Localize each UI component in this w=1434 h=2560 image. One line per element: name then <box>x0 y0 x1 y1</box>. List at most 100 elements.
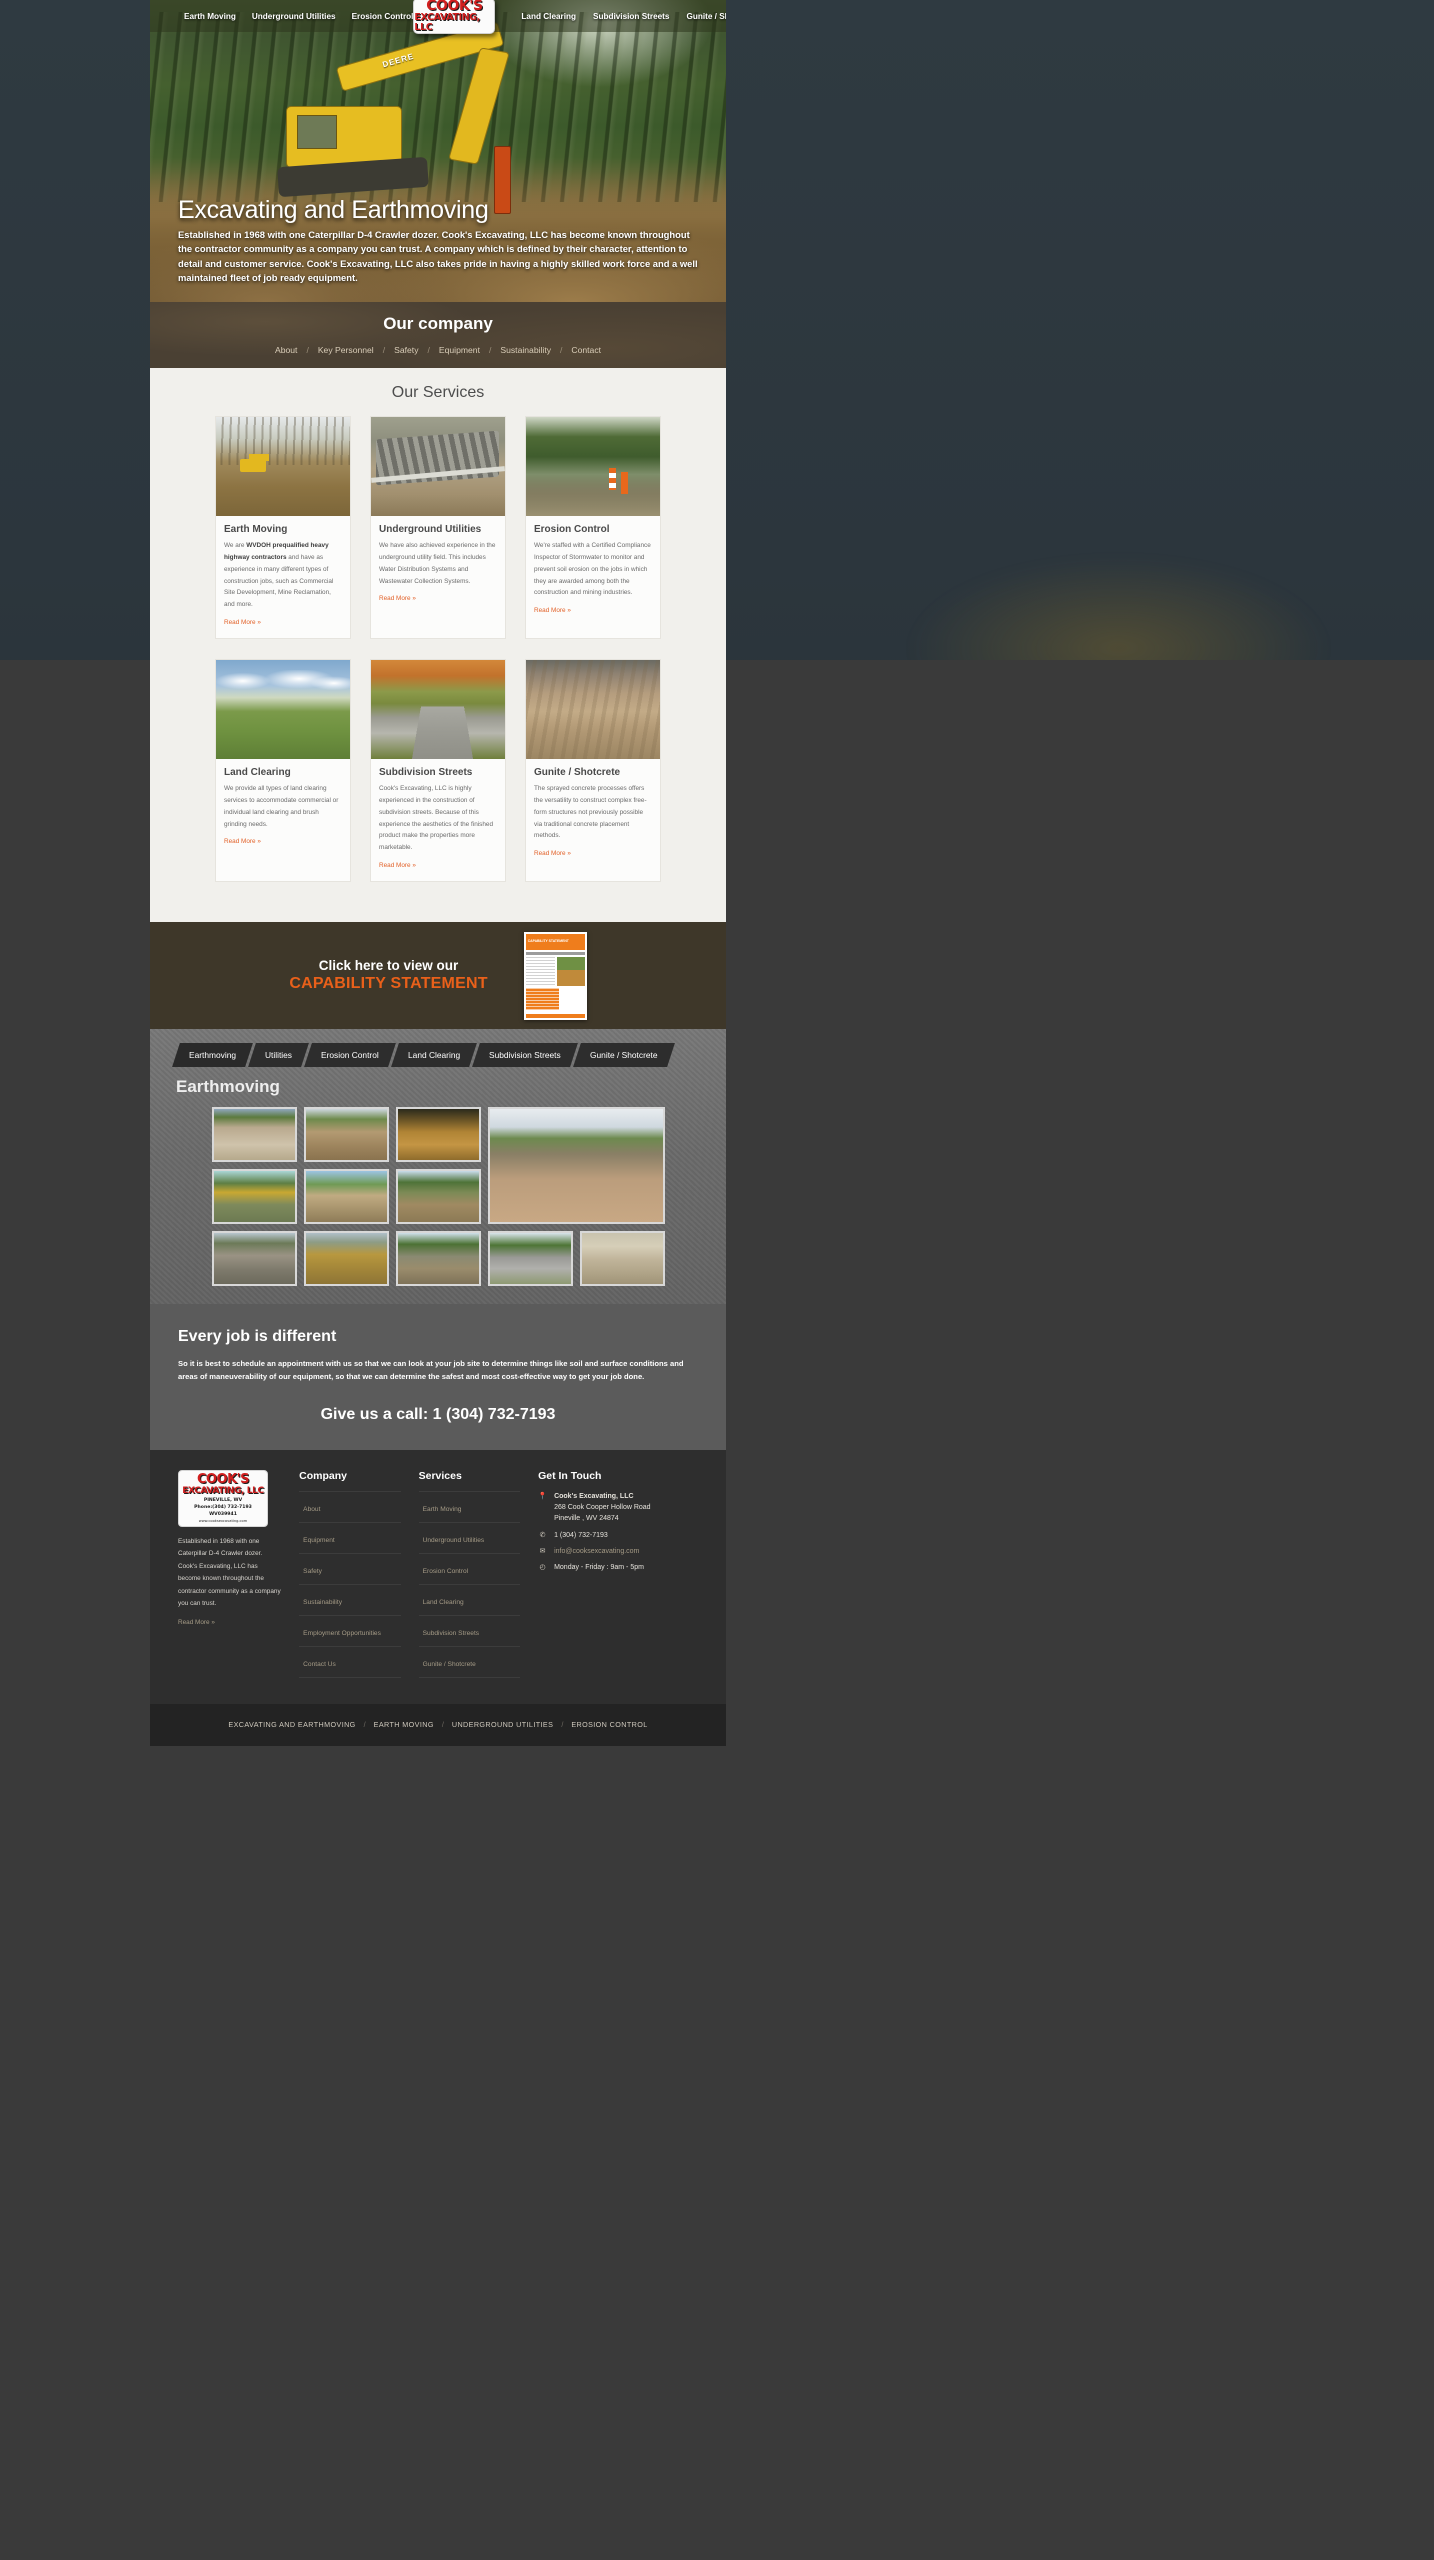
service-read-more-link[interactable]: Read More » <box>379 862 416 869</box>
bottom-link-earth-moving[interactable]: EARTH MOVING <box>374 1720 434 1729</box>
bottom-bar-separator: / <box>363 1720 366 1730</box>
footer-link-item[interactable]: About <box>299 1490 401 1523</box>
gallery-thumbnail[interactable] <box>303 1231 389 1287</box>
footer-link-item[interactable]: Contact Us <box>299 1647 401 1678</box>
gallery-thumbnail[interactable] <box>579 1231 665 1287</box>
service-read-more-link[interactable]: Read More » <box>224 838 261 845</box>
nav-item-subdivision-streets[interactable]: Subdivision Streets <box>593 12 669 21</box>
bottom-link-underground-utilities[interactable]: UNDERGROUND UTILITIES <box>452 1720 553 1729</box>
service-card-gunite-shotcrete[interactable]: Gunite / Shotcrete The sprayed concrete … <box>525 659 661 883</box>
footer-contact-list: 📍 Cook's Excavating, LLC 268 Cook Cooper… <box>538 1491 698 1574</box>
footer-link-item[interactable]: Land Clearing <box>418 1585 521 1616</box>
service-read-more-link[interactable]: Read More » <box>534 850 571 857</box>
company-link-about[interactable]: About <box>275 345 297 355</box>
footer-link-item[interactable]: Employment Opportunities <box>299 1616 401 1647</box>
footer-link-item[interactable]: Safety <box>299 1554 401 1585</box>
footer-company-title: Company <box>299 1469 348 1482</box>
contact-email-address[interactable]: info@cooksexcavating.com <box>554 1546 639 1557</box>
footer-link-subdivision-streets[interactable]: Subdivision Streets <box>423 1630 479 1637</box>
footer-link-item[interactable]: Subdivision Streets <box>418 1616 521 1647</box>
gallery-thumbnail[interactable] <box>211 1107 297 1163</box>
capability-document-thumbnail[interactable]: CAPABILITY STATEMENT <box>523 931 587 1020</box>
service-read-more-link[interactable]: Read More » <box>534 607 571 614</box>
service-card-underground-utilities[interactable]: Underground Utilities We have also achie… <box>370 416 506 640</box>
service-card-subdivision-streets[interactable]: Subdivision Streets Cook's Excavating, L… <box>370 659 506 883</box>
gallery-thumbnail-large[interactable] <box>487 1107 665 1225</box>
gallery-tab-earthmoving[interactable]: Earthmoving <box>172 1043 253 1068</box>
bottom-link-excavating-and-earthmoving[interactable]: EXCAVATING AND EARTHMOVING <box>228 1720 355 1729</box>
gallery-tab-erosion-control[interactable]: Erosion Control <box>304 1043 396 1068</box>
capability-line-1: Click here to view our <box>318 958 459 974</box>
service-description: We are WVDOH prequalified heavy highway … <box>224 540 342 611</box>
footer-link-item[interactable]: Earth Moving <box>418 1490 521 1523</box>
contact-phone-row[interactable]: ✆ 1 (304) 732-7193 <box>538 1530 698 1541</box>
footer-link-contact-us[interactable]: Contact Us <box>303 1661 336 1668</box>
service-read-more-link[interactable]: Read More » <box>224 619 261 626</box>
footer-link-item[interactable]: Erosion Control <box>418 1554 521 1585</box>
footer-link-sustainability[interactable]: Sustainability <box>303 1599 342 1606</box>
capability-statement-banner[interactable]: Click here to view our CAPABILITY STATEM… <box>150 922 726 1030</box>
gallery-thumbnail[interactable] <box>211 1231 297 1287</box>
service-card-earth-moving[interactable]: Earth Moving We are WVDOH prequalified h… <box>215 416 351 640</box>
company-link-key-personnel[interactable]: Key Personnel <box>318 345 374 355</box>
company-link-sustainability[interactable]: Sustainability <box>500 345 551 355</box>
clock-icon: ◴ <box>539 1564 546 1572</box>
gallery-tab-land-clearing[interactable]: Land Clearing <box>390 1043 477 1068</box>
footer-link-erosion-control[interactable]: Erosion Control <box>423 1568 468 1575</box>
gallery-thumbnail[interactable] <box>487 1231 573 1287</box>
thumb-mid <box>525 956 585 986</box>
nav-item-erosion-control[interactable]: Erosion Control <box>352 12 414 21</box>
footer-link-safety[interactable]: Safety <box>303 1568 322 1575</box>
contact-email-row[interactable]: ✉ info@cooksexcavating.com <box>538 1546 698 1557</box>
footer-link-about[interactable]: About <box>303 1506 320 1513</box>
service-description: We have also achieved experience in the … <box>379 542 496 585</box>
company-link-safety[interactable]: Safety <box>394 345 418 355</box>
gallery-thumbnail[interactable] <box>395 1231 481 1287</box>
top-nav-right-group: Land Clearing Subdivision Streets Gunite… <box>497 12 726 21</box>
footer-link-item[interactable]: Equipment <box>299 1523 401 1554</box>
thumb-list <box>525 956 555 986</box>
gallery-thumbnail[interactable] <box>395 1107 481 1163</box>
company-link-equipment[interactable]: Equipment <box>439 345 480 355</box>
gallery-thumbnail[interactable] <box>395 1169 481 1225</box>
gallery-section: Earthmoving Utilities Erosion Control La… <box>150 1029 726 1305</box>
footer-link-gunite-shotcrete[interactable]: Gunite / Shotcrete <box>423 1661 476 1668</box>
gallery-tab-subdivision-streets[interactable]: Subdivision Streets <box>472 1043 578 1068</box>
service-description: We're staffed with a Certified Complianc… <box>534 542 651 597</box>
gallery-thumbnail[interactable] <box>303 1107 389 1163</box>
service-image-land-clearing <box>216 660 350 760</box>
footer-link-item[interactable]: Gunite / Shotcrete <box>418 1647 521 1678</box>
footer-read-more-link[interactable]: Read More » <box>178 1619 215 1626</box>
company-link-contact[interactable]: Contact <box>571 345 601 355</box>
nav-item-gunite-shotcrete[interactable]: Gunite / Shotcrete <box>686 12 726 21</box>
top-nav-left-group: Earth Moving Underground Utilities Erosi… <box>150 12 413 21</box>
contact-phone-number[interactable]: 1 (304) 732-7193 <box>554 1530 608 1541</box>
footer-link-underground-utilities[interactable]: Underground Utilities <box>423 1537 485 1544</box>
capability-text: Click here to view our CAPABILITY STATEM… <box>289 958 487 993</box>
gallery-tab-gunite-shotcrete[interactable]: Gunite / Shotcrete <box>572 1043 675 1068</box>
service-title: Earth Moving <box>224 524 288 535</box>
gallery-thumbnail[interactable] <box>303 1169 389 1225</box>
bottom-link-erosion-control[interactable]: EROSION CONTROL <box>571 1720 647 1729</box>
footer-link-item[interactable]: Underground Utilities <box>418 1523 521 1554</box>
header-logo[interactable]: COOK'S EXCAVATING, LLC <box>413 0 497 36</box>
service-card-land-clearing[interactable]: Land Clearing We provide all types of la… <box>215 659 351 883</box>
service-read-more-link[interactable]: Read More » <box>379 595 416 602</box>
nav-item-underground-utilities[interactable]: Underground Utilities <box>252 12 336 21</box>
footer-brand-column: COOK'S EXCAVATING, LLC PINEVILLE, WV Pho… <box>178 1469 281 1678</box>
footer-link-item[interactable]: Sustainability <box>299 1585 401 1616</box>
footer-link-land-clearing[interactable]: Land Clearing <box>423 1599 464 1606</box>
thumb-orange-left <box>525 987 559 1010</box>
footer-link-equipment[interactable]: Equipment <box>303 1537 335 1544</box>
gallery-tab-utilities[interactable]: Utilities <box>248 1043 309 1068</box>
service-card-body: Erosion Control We're staffed with a Cer… <box>526 516 660 626</box>
footer-link-earth-moving[interactable]: Earth Moving <box>423 1506 462 1513</box>
gallery-thumbnail[interactable] <box>211 1169 297 1225</box>
footer-link-employment-opportunities[interactable]: Employment Opportunities <box>303 1630 381 1637</box>
service-card-erosion-control[interactable]: Erosion Control We're staffed with a Cer… <box>525 416 661 640</box>
nav-item-land-clearing[interactable]: Land Clearing <box>521 12 576 21</box>
footer-company-column: Company About Equipment Safety Sustainab… <box>299 1469 401 1678</box>
footer-logo[interactable]: COOK'S EXCAVATING, LLC PINEVILLE, WV Pho… <box>178 1469 268 1527</box>
nav-item-earth-moving[interactable]: Earth Moving <box>184 12 236 21</box>
phone-icon: ✆ <box>539 1531 546 1539</box>
